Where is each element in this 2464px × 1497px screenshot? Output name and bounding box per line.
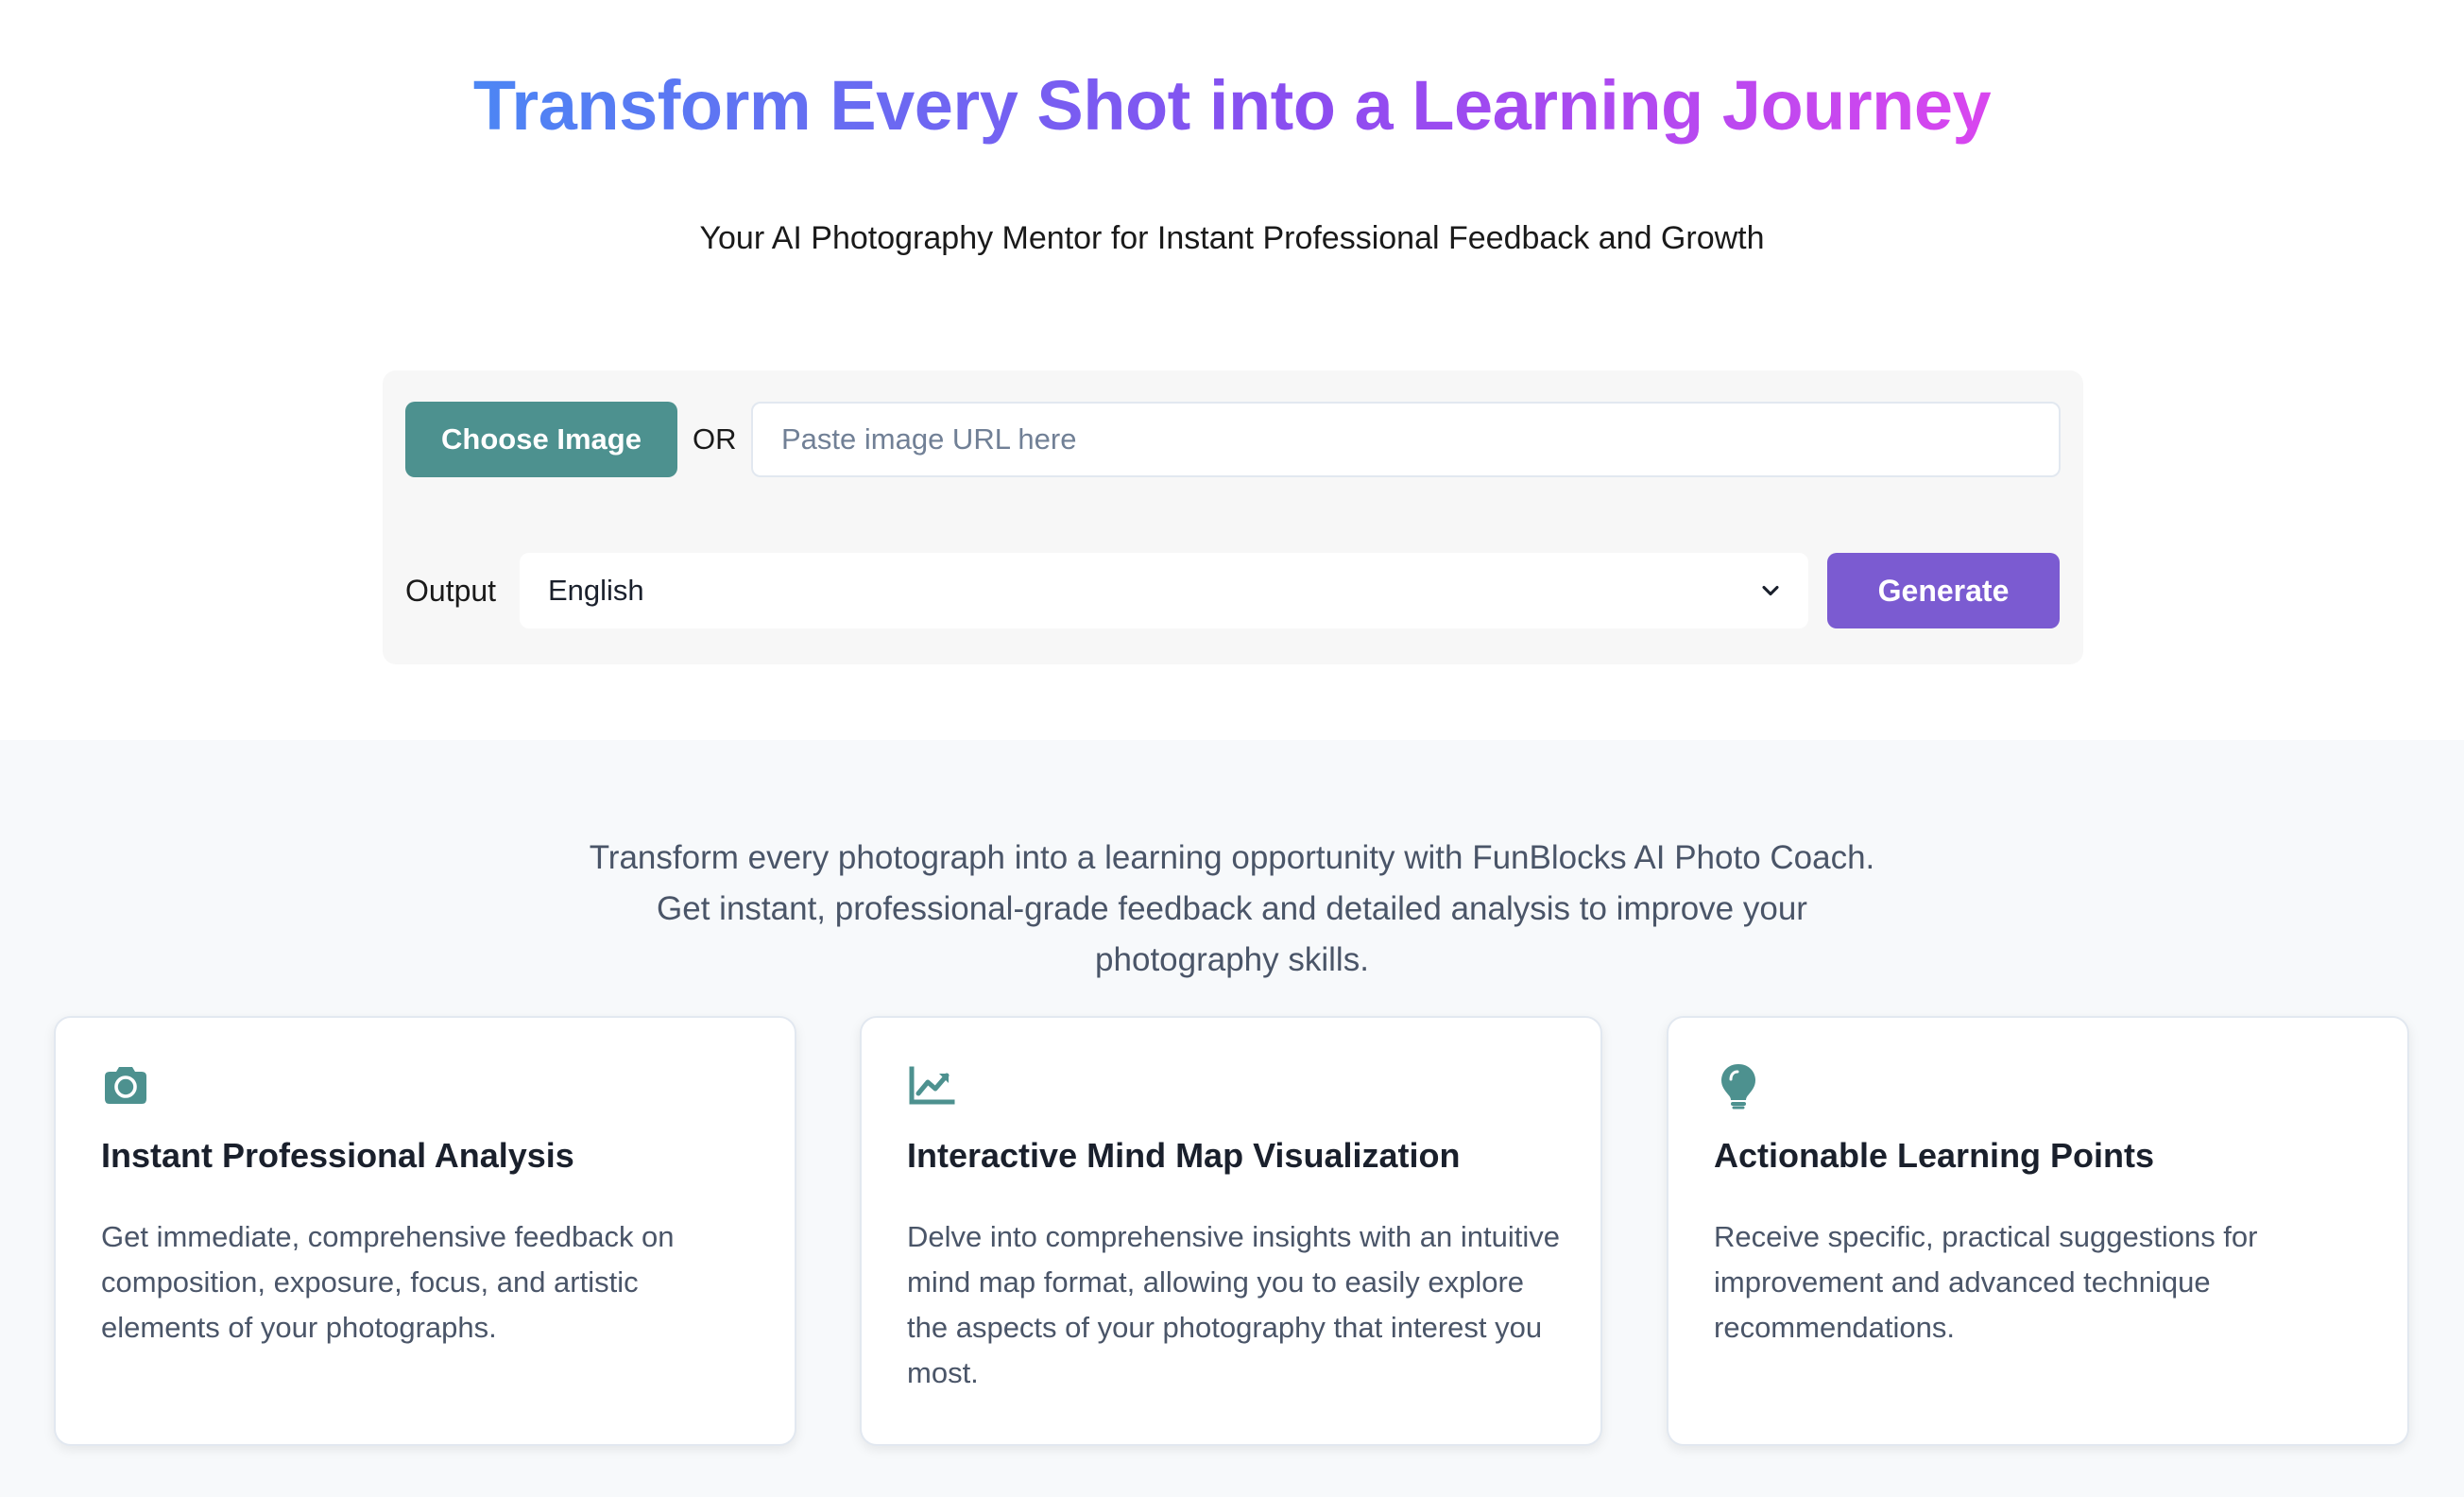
generate-button[interactable]: Generate	[1827, 553, 2060, 628]
chart-line-icon	[909, 1066, 955, 1105]
choose-image-button[interactable]: Choose Image	[405, 402, 677, 477]
output-language-select[interactable]: English	[520, 553, 1808, 628]
chevron-down-icon	[1762, 585, 1779, 596]
feature-description: Receive specific, practical suggestions …	[1714, 1220, 2258, 1344]
hero-section: Transform Every Shot into a Learning Jou…	[0, 0, 2464, 740]
feature-card-analysis: Instant Professional Analysis Get immedi…	[54, 1016, 796, 1446]
feature-title: Interactive Mind Map Visualization	[907, 1136, 1461, 1175]
feature-card-learning-points: Actionable Learning Points Receive speci…	[1667, 1016, 2409, 1446]
features-section: Transform every photograph into a learni…	[0, 740, 2464, 1497]
feature-title: Actionable Learning Points	[1714, 1136, 2155, 1175]
output-label: Output	[405, 574, 497, 608]
lightbulb-icon	[1721, 1064, 1755, 1110]
or-label: OR	[693, 422, 737, 456]
input-panel: Choose Image OR Output English Generate	[383, 370, 2083, 664]
feature-card-mind-map: Interactive Mind Map Visualization Delve…	[860, 1016, 1602, 1446]
feature-description: Get immediate, comprehensive feedback on…	[101, 1220, 675, 1344]
intro-text: Transform every photograph into a learni…	[589, 839, 1875, 978]
page-subtitle: Your AI Photography Mentor for Instant P…	[699, 220, 1765, 256]
image-url-input[interactable]	[751, 402, 2061, 477]
output-language-value: English	[548, 574, 644, 607]
feature-description: Delve into comprehensive insights with a…	[907, 1220, 1560, 1389]
camera-icon	[105, 1067, 146, 1104]
feature-title: Instant Professional Analysis	[101, 1136, 574, 1175]
page-title: Transform Every Shot into a Learning Jou…	[472, 66, 1992, 145]
